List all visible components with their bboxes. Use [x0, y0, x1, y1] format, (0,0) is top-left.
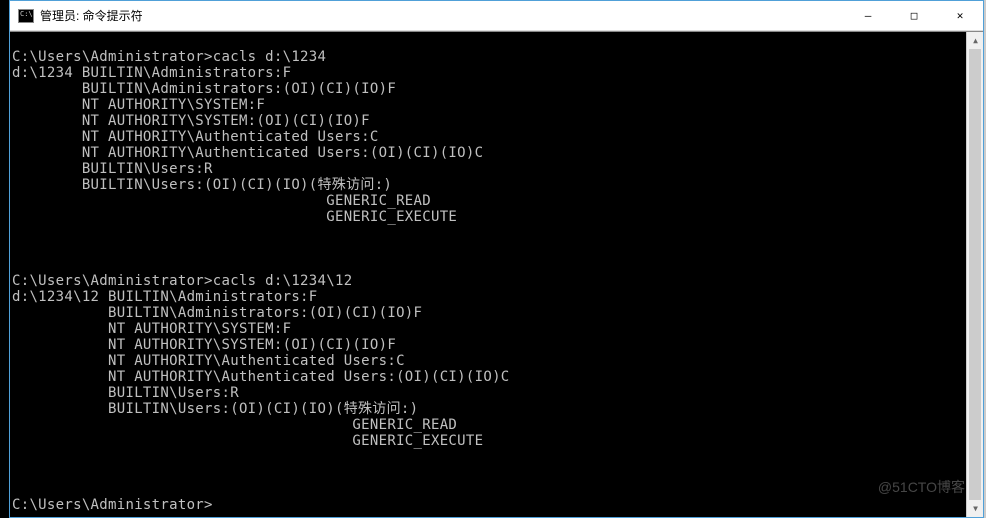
cmd-window: 管理员: 命令提示符 — □ ✕ C:\Users\Administrator>…: [9, 0, 984, 518]
console-output: C:\Users\Administrator>cacls d:\1234 d:\…: [10, 32, 983, 513]
window-title: 管理员: 命令提示符: [40, 7, 845, 24]
close-button[interactable]: ✕: [937, 1, 983, 30]
console-area[interactable]: C:\Users\Administrator>cacls d:\1234 d:\…: [10, 31, 983, 517]
scrollbar-track[interactable]: [967, 49, 983, 500]
minimize-button[interactable]: —: [845, 1, 891, 30]
cmd-icon: [18, 9, 34, 23]
scroll-down-arrow[interactable]: ▼: [967, 500, 983, 517]
vertical-scrollbar[interactable]: ▲ ▼: [966, 32, 983, 517]
scroll-up-arrow[interactable]: ▲: [967, 32, 983, 49]
titlebar[interactable]: 管理员: 命令提示符 — □ ✕: [10, 1, 983, 31]
background-fragment: [0, 0, 9, 518]
maximize-button[interactable]: □: [891, 1, 937, 30]
window-controls: — □ ✕: [845, 1, 983, 30]
scrollbar-thumb[interactable]: [969, 49, 981, 500]
